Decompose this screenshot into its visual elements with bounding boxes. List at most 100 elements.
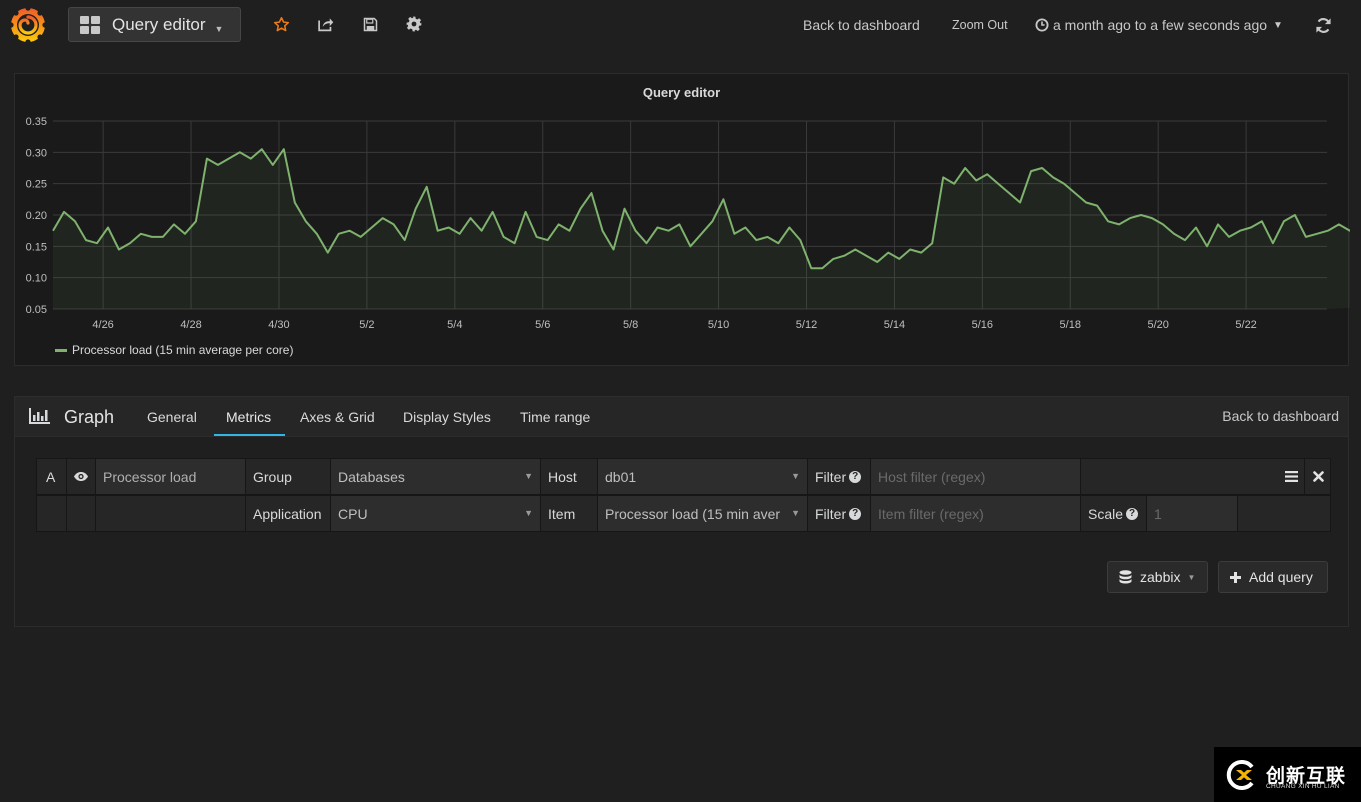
y-tick-label: 0.15 <box>26 241 47 253</box>
x-tick-label: 4/28 <box>180 319 201 331</box>
x-tick-label: 5/8 <box>623 319 638 331</box>
host-filter-label: Filter ? <box>807 458 870 495</box>
x-tick-label: 5/4 <box>447 319 462 331</box>
tab-time-range[interactable]: Time range <box>520 409 590 425</box>
empty-cell <box>36 495 66 532</box>
host-label: Host <box>540 458 597 495</box>
x-tick-label: 4/30 <box>268 319 289 331</box>
tab-metrics[interactable]: Metrics <box>226 409 271 425</box>
star-icon[interactable] <box>271 14 291 34</box>
empty-cell <box>95 495 245 532</box>
host-select[interactable]: db01 ▼ <box>597 458 807 495</box>
scale-label: Scale ? <box>1080 495 1146 532</box>
query-row-1: A Processor load Group Databases ▼ Host … <box>36 458 1331 495</box>
bar-chart-icon <box>29 408 50 429</box>
legend: Processor load (15 min average per core) <box>55 343 293 357</box>
series-area-fill <box>53 149 1350 309</box>
save-icon[interactable] <box>360 14 380 34</box>
top-navbar: Query editor ▼ Back to dashboard Zoom Ou… <box>0 0 1361 50</box>
graph-panel: Query editor 0.35 0.30 0.25 0.20 0.15 0.10 0.0… <box>14 73 1350 367</box>
back-to-dashboard-link[interactable]: Back to dashboard <box>803 17 920 33</box>
tab-general[interactable]: General <box>147 409 197 425</box>
item-filter-input[interactable]: Item filter (regex) <box>870 495 1080 532</box>
dashboard-title-dropdown[interactable]: Query editor ▼ <box>68 7 241 42</box>
eye-icon[interactable] <box>66 458 95 495</box>
tab-display-styles[interactable]: Display Styles <box>403 409 491 425</box>
add-query-label: Add query <box>1249 569 1313 585</box>
help-icon[interactable]: ? <box>849 507 862 520</box>
x-tick-label: 4/26 <box>92 319 113 331</box>
caret-down-icon: ▼ <box>1187 572 1196 582</box>
active-tab-indicator <box>214 434 285 436</box>
scale-input[interactable]: 1 <box>1146 495 1237 532</box>
caret-down-icon: ▼ <box>524 508 533 518</box>
y-tick-label: 0.25 <box>26 179 47 191</box>
share-icon[interactable] <box>315 14 335 34</box>
x-tick-label: 5/18 <box>1060 319 1081 331</box>
hamburger-menu-icon[interactable] <box>1285 469 1298 485</box>
group-label: Group <box>245 458 330 495</box>
y-tick-label: 0.10 <box>26 273 47 285</box>
x-tick-label: 5/14 <box>884 319 905 331</box>
application-label: Application <box>245 495 330 532</box>
host-value: db01 <box>605 468 637 485</box>
application-select[interactable]: CPU ▼ <box>330 495 540 532</box>
legend-swatch[interactable] <box>55 348 67 352</box>
x-tick-label: 5/22 <box>1235 319 1256 331</box>
editor-back-to-dashboard-link[interactable]: Back to dashboard <box>1222 408 1339 424</box>
help-icon[interactable]: ? <box>849 470 862 483</box>
filter-label-text: Filter <box>815 468 847 485</box>
watermark-logo: 创新互联 CHUANG XIN HU LIAN <box>1214 747 1361 802</box>
caret-down-icon: ▼ <box>791 508 800 518</box>
help-icon[interactable]: ? <box>1126 507 1139 520</box>
query-row-2: Application CPU ▼ Item Processor load (1… <box>36 495 1331 532</box>
y-tick-label: 0.05 <box>26 304 47 316</box>
item-label: Item <box>540 495 597 532</box>
grafana-logo-icon[interactable] <box>8 5 48 45</box>
caret-down-icon: ▼ <box>214 23 224 34</box>
datasource-dropdown[interactable]: zabbix ▼ <box>1107 561 1208 593</box>
empty-cell <box>1237 495 1331 532</box>
item-value: Processor load (15 min aver <box>605 505 781 522</box>
watermark-logo-icon <box>1226 760 1254 790</box>
empty-cell <box>66 495 95 532</box>
query-ref-id[interactable]: A <box>36 458 66 495</box>
group-select[interactable]: Databases ▼ <box>330 458 540 495</box>
zoom-out-button[interactable]: Zoom Out <box>952 18 1008 32</box>
plus-icon <box>1230 571 1241 583</box>
chart-canvas[interactable]: 0.35 0.30 0.25 0.20 0.15 0.10 0.05 4/26 4/28 4/30… <box>15 74 1350 367</box>
tab-axes-grid[interactable]: Axes & Grid <box>300 409 375 425</box>
editor-header: Graph General Metrics Axes & Grid Displa… <box>15 397 1348 437</box>
caret-down-icon: ▼ <box>791 471 800 481</box>
legend-label[interactable]: Processor load (15 min average per core) <box>72 343 293 357</box>
query-menu-cell <box>1080 458 1304 495</box>
x-tick-label: 5/6 <box>535 319 550 331</box>
y-tick-label: 0.35 <box>26 116 47 128</box>
item-select[interactable]: Processor load (15 min aver ▼ <box>597 495 807 532</box>
refresh-icon[interactable] <box>1313 15 1333 35</box>
y-tick-label: 0.20 <box>26 210 47 222</box>
y-tick-label: 0.30 <box>26 147 47 159</box>
x-tick-label: 5/16 <box>972 319 993 331</box>
item-filter-label: Filter ? <box>807 495 870 532</box>
close-icon[interactable] <box>1304 458 1331 495</box>
caret-down-icon: ▼ <box>524 471 533 481</box>
alias-input[interactable]: Processor load <box>95 458 245 495</box>
time-range-picker[interactable]: a month ago to a few seconds ago ▼ <box>1035 17 1283 33</box>
watermark-text-en: CHUANG XIN HU LIAN <box>1266 783 1340 790</box>
host-filter-input[interactable]: Host filter (regex) <box>870 458 1080 495</box>
add-query-button[interactable]: Add query <box>1218 561 1328 593</box>
gear-icon[interactable] <box>404 14 424 34</box>
panel-type-title: Graph <box>64 407 115 427</box>
time-range-label: a month ago to a few seconds ago <box>1053 17 1268 33</box>
database-icon <box>1119 569 1132 583</box>
datasource-label: zabbix <box>1140 569 1181 585</box>
x-tick-label: 5/12 <box>796 319 817 331</box>
filter-label-text: Filter <box>815 505 847 522</box>
x-tick-label: 5/2 <box>359 319 374 331</box>
clock-icon <box>1035 18 1049 32</box>
x-tick-label: 5/20 <box>1147 319 1168 331</box>
x-tick-label: 5/10 <box>708 319 729 331</box>
dashboard-title: Query editor <box>112 14 206 34</box>
caret-down-icon: ▼ <box>1273 19 1283 31</box>
